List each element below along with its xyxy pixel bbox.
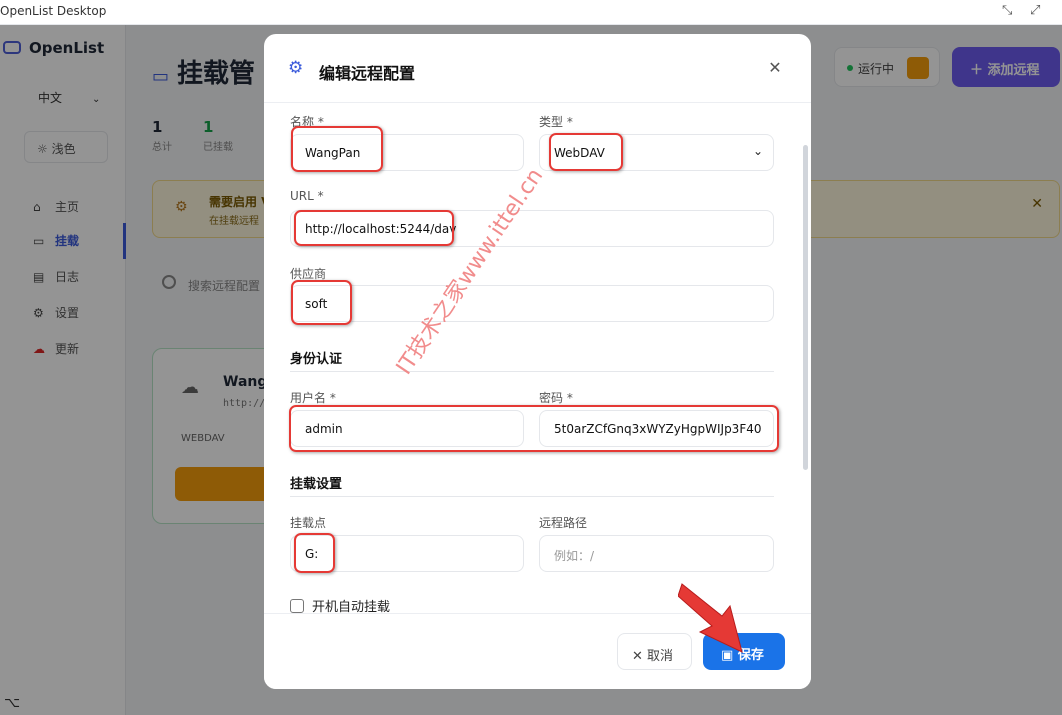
dialog-header: ⚙ 编辑远程配置 ✕ [264, 34, 811, 103]
auto-mount-checkbox[interactable]: 开机自动挂载 [290, 596, 390, 613]
close-icon: ✕ [632, 649, 643, 664]
gear-icon: ⚙ [288, 58, 304, 78]
window-title: OpenList Desktop [0, 4, 107, 18]
mount-point-label: 挂载点 [290, 516, 327, 530]
username-label: 用户名 * [290, 391, 336, 405]
url-label: URL * [290, 189, 324, 203]
password-label: 密码 * [539, 391, 573, 405]
remote-path-field[interactable]: 例如：/ [539, 535, 774, 572]
maximize-icon[interactable]: ⤢ [1030, 3, 1040, 18]
vendor-field[interactable]: soft [290, 285, 774, 322]
remote-path-label: 远程路径 [539, 516, 588, 530]
highlight-type [549, 133, 623, 171]
close-icon[interactable]: ✕ [759, 52, 791, 84]
scrollbar[interactable] [803, 145, 808, 470]
mount-section-title: 挂载设置 [290, 477, 343, 492]
dialog-title: 编辑远程配置 [319, 64, 416, 83]
minimize-icon[interactable]: ⤡ [1002, 3, 1012, 18]
title-bar: OpenList Desktop ⤡ ⤢ [0, 0, 1062, 25]
divider [290, 496, 774, 497]
type-label: 类型 * [539, 115, 573, 129]
chevron-down-icon: ⌄ [752, 144, 763, 158]
highlight-mount-point [294, 533, 335, 573]
highlight-url [294, 210, 454, 246]
checkbox-icon [290, 599, 304, 613]
auth-section-title: 身份认证 [290, 352, 343, 367]
annotation-arrow-icon [678, 583, 743, 653]
highlight-vendor [291, 280, 352, 325]
divider [290, 371, 774, 372]
highlight-credentials [289, 405, 779, 452]
highlight-name [291, 126, 383, 172]
